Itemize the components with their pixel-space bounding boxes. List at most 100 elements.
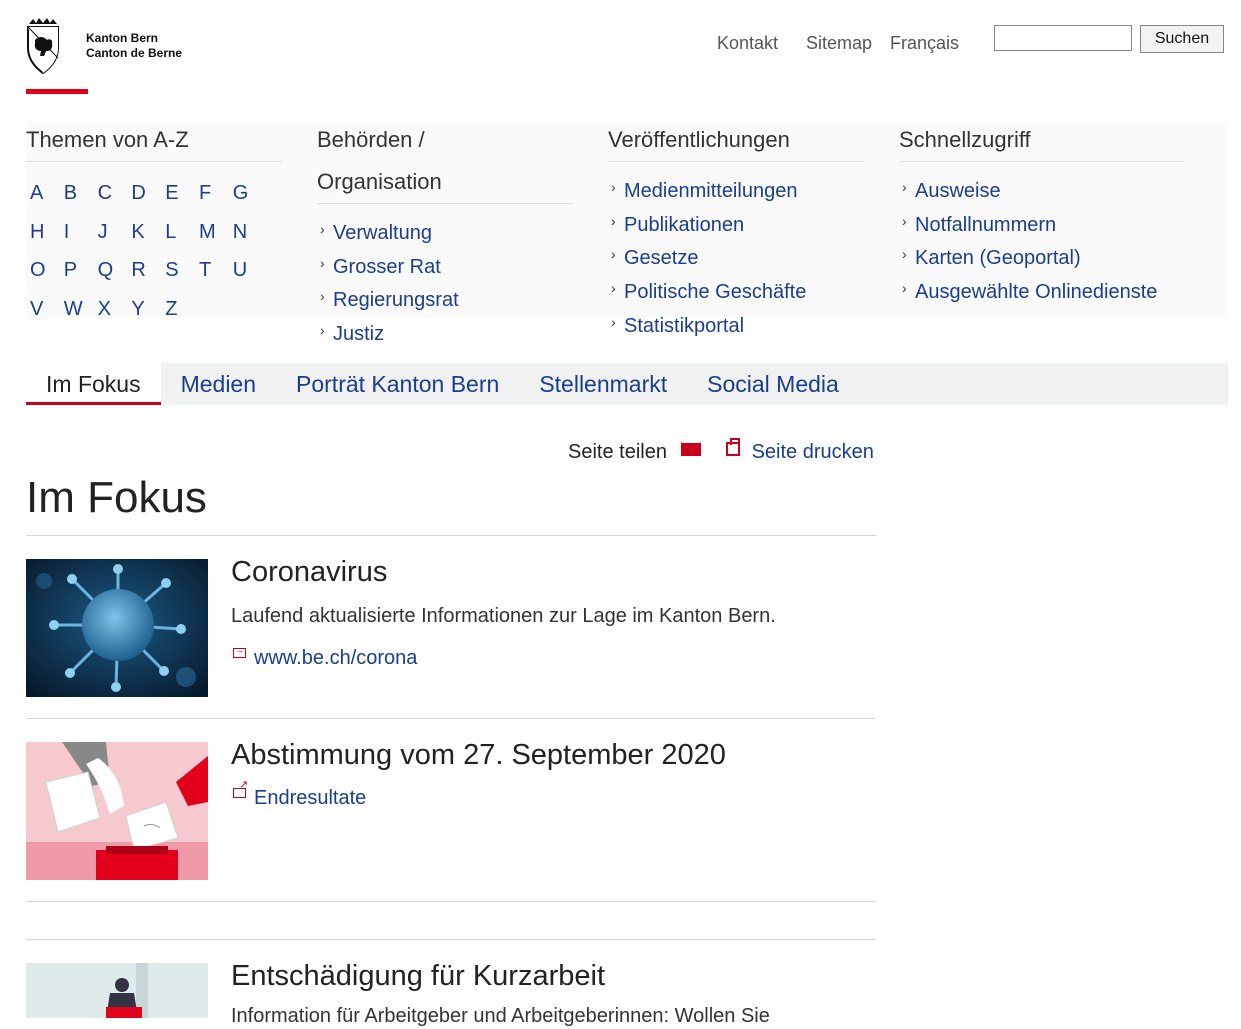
- authorities-title-line2: Organisation: [317, 169, 442, 194]
- menu-link-medienmitteilungen[interactable]: › Medienmitteilungen: [608, 175, 806, 209]
- menu-link-verwaltung[interactable]: › Verwaltung: [317, 217, 459, 251]
- divider: [26, 901, 876, 902]
- az-letter[interactable]: S: [161, 251, 195, 290]
- az-letter-grid: A B C D E F G H I J K L M N O P Q R S T …: [26, 174, 266, 329]
- search-input[interactable]: [994, 25, 1132, 51]
- corona-link[interactable]: www.be.ch/corona: [233, 645, 417, 670]
- item-title-coronavirus[interactable]: Coronavirus: [231, 555, 387, 589]
- authorities-title-line1: Behörden /: [317, 127, 425, 152]
- print-page-button[interactable]: Seite drucken: [726, 438, 874, 464]
- sitemap-link[interactable]: Sitemap: [806, 33, 872, 54]
- az-letter[interactable]: L: [161, 213, 195, 252]
- az-letter[interactable]: E: [161, 174, 195, 213]
- brand-name-fr: Canton de Berne: [86, 46, 183, 60]
- results-link[interactable]: Endresultate: [233, 780, 366, 810]
- coronavirus-image[interactable]: [26, 559, 208, 697]
- item-title-abstimmung[interactable]: Abstimmung vom 27. September 2020: [231, 738, 726, 772]
- divider: [26, 939, 876, 940]
- menu-link-regierungsrat[interactable]: › Regierungsrat: [317, 284, 459, 318]
- item-text-coronavirus: Laufend aktualisierte Informationen zur …: [231, 605, 776, 627]
- az-letter[interactable]: K: [127, 213, 161, 252]
- tab-portraet[interactable]: Porträt Kanton Bern: [276, 363, 519, 405]
- az-letter[interactable]: H: [26, 213, 60, 252]
- brand-name[interactable]: Kanton Bern Canton de Berne: [86, 31, 182, 61]
- az-letter[interactable]: I: [60, 213, 94, 252]
- az-letter[interactable]: A: [26, 174, 60, 213]
- chevron-right-icon: ›: [320, 254, 325, 271]
- menu-link-statistikportal[interactable]: › Statistikportal: [608, 310, 806, 344]
- authorities-links: › Verwaltung › Grosser Rat › Regierungsrat …: [317, 217, 459, 358]
- page-title: Im Fokus: [26, 473, 207, 522]
- tab-social-media[interactable]: Social Media: [687, 363, 859, 405]
- az-letter[interactable]: U: [229, 251, 263, 290]
- az-letter[interactable]: P: [60, 251, 94, 290]
- az-letter[interactable]: W: [60, 290, 94, 329]
- share-page-label: Seite teilen: [568, 441, 667, 463]
- az-letter[interactable]: T: [195, 251, 229, 290]
- az-letter[interactable]: R: [127, 251, 161, 290]
- menu-link-gesetze[interactable]: › Gesetze: [608, 242, 806, 276]
- chevron-right-icon: ›: [320, 288, 325, 305]
- chevron-right-icon: ›: [902, 212, 907, 229]
- chevron-right-icon: ›: [611, 313, 616, 330]
- contact-link[interactable]: Kontakt: [717, 33, 778, 54]
- menu-link-onlinedienste[interactable]: › Ausgewählte Onlinedienste: [899, 276, 1157, 310]
- az-letter[interactable]: G: [229, 174, 263, 213]
- az-letter[interactable]: V: [26, 290, 60, 329]
- menu-link-grosser-rat[interactable]: › Grosser Rat: [317, 251, 459, 285]
- menu-link-publikationen[interactable]: › Publikationen: [608, 209, 806, 243]
- short-time-work-image[interactable]: [26, 963, 208, 1018]
- section-tabs: Im Fokus Medien Porträt Kanton Bern Stel…: [26, 363, 1228, 405]
- tab-medien[interactable]: Medien: [161, 363, 276, 405]
- chevron-right-icon: ›: [902, 179, 907, 195]
- brand-name-de: Kanton Bern: [86, 31, 158, 45]
- authorities-title: Behörden / Organisation: [317, 119, 573, 204]
- az-letter[interactable]: N: [229, 213, 263, 252]
- chevron-right-icon: ›: [611, 246, 616, 263]
- az-title: Themen von A-Z: [26, 119, 282, 162]
- quick-access-links: › Ausweise › Notfallnummern › Karten (Geopo…: [899, 175, 1157, 310]
- search-button[interactable]: Suchen: [1140, 25, 1224, 53]
- az-letter[interactable]: C: [94, 174, 128, 213]
- quick-access-title: Schnellzugriff: [899, 119, 1183, 162]
- print-page-label: Seite drucken: [751, 441, 874, 463]
- az-letter[interactable]: D: [127, 174, 161, 213]
- mail-icon: [680, 442, 701, 456]
- az-letter[interactable]: Z: [161, 290, 195, 329]
- menu-link-notfallnummern[interactable]: › Notfallnummern: [899, 209, 1157, 243]
- tab-stellenmarkt[interactable]: Stellenmarkt: [519, 363, 687, 405]
- chevron-right-icon: ›: [611, 179, 616, 195]
- vote-image[interactable]: [26, 742, 208, 880]
- az-letter[interactable]: M: [195, 213, 229, 252]
- az-letter[interactable]: X: [94, 290, 128, 329]
- internal-link-icon: [233, 645, 246, 658]
- az-letter[interactable]: Q: [94, 251, 128, 290]
- az-letter[interactable]: F: [195, 174, 229, 213]
- external-link-icon: [233, 780, 248, 798]
- brand-accent-bar: [26, 89, 88, 94]
- bern-coat-of-arms-logo[interactable]: [26, 18, 60, 75]
- chevron-right-icon: ›: [320, 322, 325, 339]
- chevron-right-icon: ›: [611, 212, 616, 229]
- menu-link-politische-geschaefte[interactable]: › Politische Geschäfte: [608, 276, 806, 310]
- menu-link-karten[interactable]: › Karten (Geoportal): [899, 242, 1157, 276]
- az-letter[interactable]: J: [94, 213, 128, 252]
- publications-title: Veröffentlichungen: [608, 119, 864, 162]
- az-letter[interactable]: O: [26, 251, 60, 290]
- az-letter[interactable]: Y: [127, 290, 161, 329]
- item-text-kurzarbeit: Information für Arbeitgeber und Arbeitge…: [231, 1005, 770, 1027]
- menu-link-ausweise[interactable]: › Ausweise: [899, 175, 1157, 209]
- chevron-right-icon: ›: [902, 246, 907, 263]
- share-page-button[interactable]: Seite teilen: [568, 441, 701, 464]
- item-title-kurzarbeit[interactable]: Entschädigung für Kurzarbeit: [231, 959, 605, 993]
- divider: [26, 535, 876, 536]
- chevron-right-icon: ›: [902, 280, 907, 297]
- chevron-right-icon: ›: [611, 280, 616, 297]
- language-link[interactable]: Français: [890, 33, 959, 54]
- tab-im-fokus[interactable]: Im Fokus: [26, 363, 161, 405]
- divider: [26, 718, 876, 719]
- az-letter[interactable]: B: [60, 174, 94, 213]
- printer-icon: [726, 438, 740, 456]
- menu-link-justiz[interactable]: › Justiz: [317, 318, 459, 352]
- chevron-right-icon: ›: [320, 221, 325, 237]
